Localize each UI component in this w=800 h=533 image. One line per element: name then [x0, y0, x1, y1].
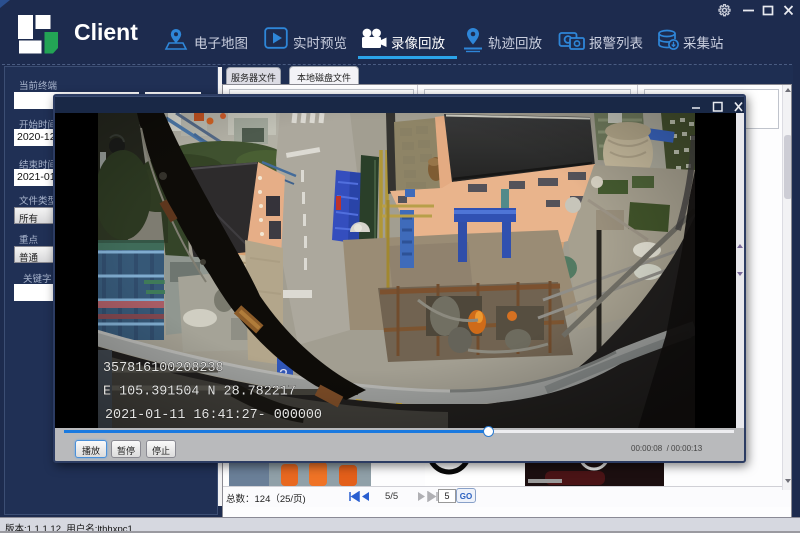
svg-text:E 105.391504 N 28.782217: E 105.391504 N 28.782217 [103, 385, 296, 400]
svg-text:357816100208238: 357816100208238 [103, 361, 224, 376]
svg-text:2021-01-11 16:41:27- 000000: 2021-01-11 16:41:27- 000000 [105, 408, 322, 423]
